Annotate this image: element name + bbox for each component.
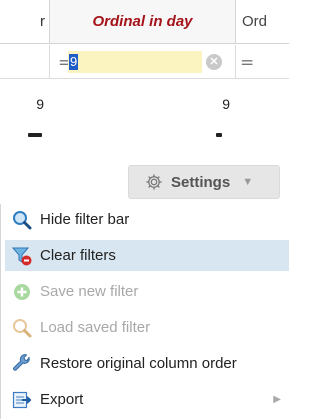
filter-input[interactable]: 9 [68,51,202,73]
add-circle-icon [14,283,30,300]
export-icon [12,391,32,408]
menu-item-save-new-filter[interactable]: Save new filter [5,276,289,307]
menu-item-label: Restore original column order [40,355,237,372]
menu-item-load-saved-filter[interactable]: Load saved filter [5,312,289,343]
menu-border [0,204,4,419]
table-cell: 9 [36,96,44,112]
settings-menu: Hide filter bar Clear filters Save new f… [0,204,289,419]
gear-icon [146,174,162,190]
column-header-label: Ordinal in day [92,13,193,30]
column-header-next[interactable]: Ord [236,0,289,44]
menu-item-hide-filter-bar[interactable]: Hide filter bar [5,204,289,235]
filter-cell-ordinal-in-day: = 9 ✕ [50,45,236,79]
magnifier-icon [13,318,32,337]
cut-off-text [28,133,42,137]
filter-operator[interactable]: = [240,53,254,73]
menu-item-label: Export [40,391,84,408]
column-header-prev[interactable]: r [0,0,50,44]
column-header-ordinal-in-day[interactable]: Ordinal in day [50,0,236,44]
menu-item-label: Save new filter [40,283,139,300]
magnifier-icon [13,210,32,229]
settings-label: Settings [171,173,231,191]
table-row-partial [0,126,289,138]
data-grid: r Ordinal in day Ord = 9 ✕ = 9 9 [0,0,289,138]
menu-item-label: Clear filters [40,247,116,264]
clear-filter-icon [12,247,32,265]
menu-item-clear-filters[interactable]: Clear filters [5,240,289,271]
wrench-icon [13,353,30,371]
filter-cell [0,45,50,79]
filter-bar: = 9 ✕ = [0,45,289,79]
submenu-arrow-icon: ▶ [273,394,281,405]
clear-filter-icon[interactable]: ✕ [206,54,222,70]
settings-button[interactable]: Settings ▼ [128,165,280,199]
chevron-down-icon: ▼ [242,176,254,188]
app-root: r Ordinal in day Ord = 9 ✕ = 9 9 Setting… [0,0,289,419]
filter-cell-next: = [236,45,289,79]
cut-off-text [216,133,222,137]
menu-item-label: Load saved filter [40,319,151,336]
menu-item-restore-column-order[interactable]: Restore original column order [5,348,289,379]
column-header-label: r [40,13,45,30]
menu-item-export[interactable]: Export ▶ [5,384,289,415]
table-cell: 9 [222,96,230,112]
menu-item-label: Hide filter bar [40,211,130,228]
filter-input-value: 9 [69,54,79,70]
column-header-label: Ord [242,13,268,30]
table-row[interactable]: 9 9 [0,90,289,120]
